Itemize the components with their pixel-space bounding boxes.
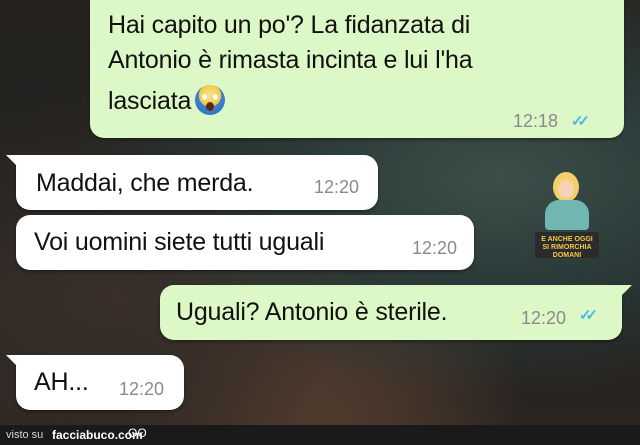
mascot-eyes-icon: ʘʘ — [128, 426, 147, 440]
message-line: Antonio è rimasta incinta e lui l'ha — [108, 46, 473, 74]
message-text: Uguali? Antonio è sterile. — [176, 298, 448, 326]
message-line: Hai capito un po'? La fidanzata di — [108, 11, 471, 39]
message-text: Hai capito un po'? La fidanzata di Anton… — [108, 8, 578, 119]
watermark-caption: E ANCHE OGGI SI RIMORCHIA DOMANI — [535, 232, 599, 259]
message-bubble-incoming[interactable]: Voi uomini siete tutti uguali 12:20 — [16, 215, 474, 270]
message-bubble-incoming[interactable]: AH... 12:20 — [6, 355, 184, 410]
message-text: Maddai, che merda. — [36, 169, 254, 197]
watermark-caption-line: SI RIMORCHIA DOMANI — [542, 244, 592, 259]
scream-emoji-icon — [195, 85, 226, 115]
message-bubble-outgoing[interactable]: Uguali? Antonio è sterile. 12:20 ✓✓ — [160, 285, 632, 340]
message-text: AH... — [34, 368, 89, 396]
bubble-tail — [618, 285, 632, 299]
bubble-tail — [6, 155, 20, 169]
watermark-logo: E ANCHE OGGI SI RIMORCHIA DOMANI — [535, 170, 599, 260]
watermark-body — [545, 200, 589, 230]
read-ticks-icon: ✓✓ — [570, 113, 590, 130]
footer-label: visto su — [6, 429, 44, 441]
message-timestamp: 12:18 — [512, 111, 558, 131]
message-text: Voi uomini siete tutti uguali — [34, 228, 325, 256]
read-ticks-icon: ✓✓ — [578, 307, 598, 324]
message-line: lasciata — [108, 84, 578, 119]
message-bubble-incoming[interactable]: Maddai, che merda. 12:20 — [6, 155, 378, 210]
message-bubble-outgoing[interactable]: Hai capito un po'? La fidanzata di Anton… — [90, 0, 624, 138]
message-timestamp: 12:20 — [520, 308, 566, 328]
message-timestamp: 12:20 — [412, 238, 458, 258]
message-timestamp: 12:20 — [119, 379, 165, 399]
watermark-caption-line: E ANCHE OGGI — [541, 236, 593, 243]
bubble-tail — [6, 355, 20, 369]
footer-bar: visto su facciabuco.com ʘʘ — [0, 425, 640, 445]
watermark-face — [558, 180, 574, 198]
message-timestamp: 12:20 — [314, 177, 360, 197]
message-line-text: lasciata — [108, 87, 192, 115]
